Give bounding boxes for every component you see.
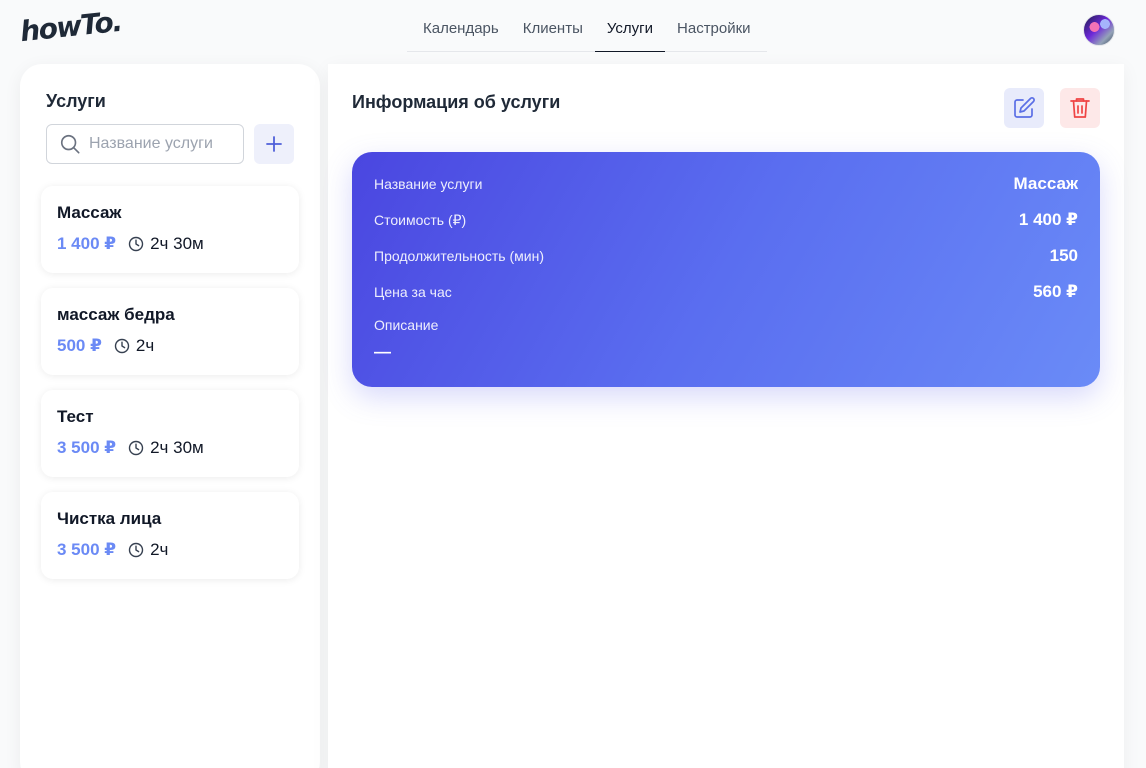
search-icon [60, 134, 80, 154]
service-details-panel: Информация об услуги Название услуги Мас… [328, 64, 1124, 768]
info-value: Массаж [1013, 174, 1078, 193]
logo: howTo. [18, 4, 123, 49]
service-meta: 500 ₽ 2ч [57, 336, 283, 356]
service-duration: 2ч [150, 540, 169, 559]
avatar[interactable] [1083, 14, 1115, 46]
info-label: Цена за час [374, 284, 452, 300]
tab-clients[interactable]: Клиенты [511, 10, 595, 52]
service-meta: 3 500 ₽ 2ч [57, 540, 283, 560]
service-name: Массаж [57, 203, 122, 222]
service-meta: 3 500 ₽ 2ч 30м [57, 438, 283, 458]
service-name: Тест [57, 407, 94, 426]
info-label: Название услуги [374, 176, 483, 192]
info-label: Стоимость (₽) [374, 211, 467, 228]
main-nav: Календарь Клиенты Услуги Настройки [407, 10, 767, 52]
service-duration: 2ч 30м [150, 438, 204, 457]
service-name: Чистка лица [57, 509, 162, 528]
edit-service-button[interactable] [1004, 88, 1044, 128]
info-value: 560 ₽ [1033, 282, 1078, 301]
info-row-name: Название услуги Массаж [374, 172, 1078, 196]
search-input[interactable] [89, 135, 239, 153]
info-value: 1 400 ₽ [1018, 210, 1078, 229]
clock-icon [128, 440, 144, 456]
description-label: Описание [374, 317, 439, 333]
service-meta: 1 400 ₽ 2ч 30м [57, 234, 283, 254]
service-duration: 2ч [135, 336, 155, 355]
edit-icon [1014, 97, 1035, 118]
services-sidebar: Услуги Массаж 1 400 ₽ 2ч 30м массаж бедр… [20, 64, 320, 768]
info-row-price: Стоимость (₽) 1 400 ₽ [374, 208, 1078, 232]
add-service-button[interactable] [254, 124, 294, 164]
tab-settings[interactable]: Настройки [665, 10, 763, 52]
service-price: 1 400 ₽ [57, 234, 117, 253]
trash-icon [1070, 98, 1090, 118]
details-title: Информация об услуги [352, 92, 561, 112]
info-row-duration: Продолжительность (мин) 150 [374, 244, 1078, 268]
description-value: — [374, 342, 391, 361]
service-price: 500 ₽ [57, 336, 102, 355]
service-name: массаж бедра [57, 305, 175, 324]
service-price: 3 500 ₽ [57, 540, 117, 559]
info-row-hourly-price: Цена за час 560 ₽ [374, 280, 1078, 304]
plus-icon [266, 136, 282, 152]
tab-services[interactable]: Услуги [594, 10, 666, 52]
clock-icon [128, 236, 144, 252]
info-label: Продолжительность (мин) [374, 248, 544, 264]
sidebar-title: Услуги [46, 91, 106, 111]
search-box [46, 124, 244, 164]
service-card[interactable]: Массаж 1 400 ₽ 2ч 30м [41, 186, 299, 273]
info-value: 150 [1049, 246, 1078, 265]
service-list: Массаж 1 400 ₽ 2ч 30м массаж бедра 500 ₽… [41, 186, 299, 594]
tab-calendar[interactable]: Календарь [407, 10, 511, 52]
service-card[interactable]: Чистка лица 3 500 ₽ 2ч [41, 492, 299, 579]
service-duration: 2ч 30м [150, 234, 204, 253]
service-card[interactable]: массаж бедра 500 ₽ 2ч [41, 288, 299, 375]
service-price: 3 500 ₽ [57, 438, 117, 457]
clock-icon [128, 542, 144, 558]
service-info-card: Название услуги Массаж Стоимость (₽) 1 4… [352, 152, 1100, 387]
service-card[interactable]: Тест 3 500 ₽ 2ч 30м [41, 390, 299, 477]
clock-icon [114, 338, 130, 354]
delete-service-button[interactable] [1060, 88, 1100, 128]
